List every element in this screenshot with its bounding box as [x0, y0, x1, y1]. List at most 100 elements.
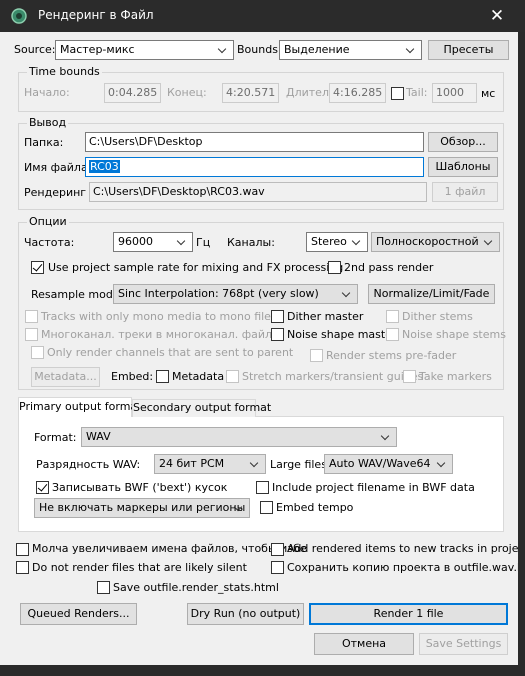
add-to-tracks-label: Add rendered items to new tracks in proj… — [287, 542, 525, 555]
embed-tempo-checkbox[interactable] — [260, 501, 273, 514]
second-pass-checkbox[interactable] — [328, 261, 341, 274]
normalize-button[interactable]: Normalize/Limit/Fade — [368, 284, 495, 304]
background-edge — [0, 665, 525, 676]
only-parent-checkbox[interactable] — [31, 346, 44, 359]
channels-label: Каналы: — [227, 236, 275, 249]
background-edge-right — [518, 32, 525, 676]
rate-unit: Гц — [196, 236, 211, 249]
skip-silent-label: Do not render files that are likely sile… — [32, 561, 247, 574]
chevron-down-icon — [342, 285, 352, 303]
folder-input[interactable]: C:\Users\DF\Desktop — [85, 132, 424, 152]
chevron-down-icon — [437, 455, 447, 473]
wildcards-button[interactable]: Шаблоны — [428, 157, 498, 177]
close-icon[interactable]: ✕ — [486, 5, 508, 27]
tail-input[interactable]: 1000 — [432, 83, 477, 103]
save-project-copy-checkbox[interactable] — [271, 561, 284, 574]
save-settings-button[interactable]: Save Settings — [419, 633, 508, 655]
start-input[interactable]: 0:04.285 — [104, 83, 161, 103]
render-button[interactable]: Render 1 file — [309, 603, 508, 625]
files-count-button[interactable]: 1 файл — [432, 182, 498, 202]
window-title: Рендеринг в Файл — [38, 8, 154, 22]
stems-prefader-label: Render stems pre-fader — [326, 349, 457, 362]
rate-select[interactable]: 96000 — [113, 232, 193, 252]
add-to-tracks-checkbox[interactable] — [271, 543, 284, 556]
resample-select[interactable]: Sinc Interpolation: 768pt (very slow) — [113, 284, 358, 304]
filename-label: Имя файла: — [24, 161, 92, 174]
dither-master-checkbox[interactable] — [271, 310, 284, 323]
tail-checkbox[interactable] — [391, 87, 404, 100]
only-parent-label: Only render channels that are sent to pa… — [47, 346, 294, 359]
render-dialog: Рендеринг в Файл ✕ Source: Мастер-микс B… — [0, 0, 525, 676]
noise-stems-label: Noise shape stems — [402, 328, 506, 341]
large-files-label: Large files: — [270, 458, 331, 471]
bounds-select[interactable]: Выделение — [279, 40, 422, 60]
end-input[interactable]: 4:20.571 — [222, 83, 279, 103]
embed-label: Embed: — [111, 370, 154, 383]
multichannel-label: Многоканал. треки в многоканал. файлы — [41, 328, 281, 341]
noise-master-label: Noise shape master — [287, 328, 397, 341]
write-bwf-checkbox[interactable] — [36, 481, 49, 494]
chevron-down-icon — [484, 233, 494, 251]
include-filename-bwf-label: Include project filename in BWF data — [272, 481, 475, 494]
use-project-rate-checkbox[interactable] — [31, 261, 44, 274]
markers-value: Не включать маркеры или регионы — [39, 501, 246, 514]
format-select[interactable]: WAV — [81, 427, 397, 447]
title-bar[interactable]: Рендеринг в Файл ✕ — [0, 0, 525, 32]
filename-input[interactable]: RC03 — [85, 157, 424, 177]
source-value: Мастер-микс — [60, 43, 135, 56]
channels-select[interactable]: Stereo — [306, 232, 368, 252]
save-stats-checkbox[interactable] — [97, 581, 110, 594]
browse-button[interactable]: Обзор... — [428, 132, 498, 152]
dry-run-button[interactable]: Dry Run (no output) — [187, 603, 304, 625]
noise-stems-checkbox[interactable] — [386, 328, 399, 341]
presets-button[interactable]: Пресеты — [428, 40, 509, 60]
bounds-value: Выделение — [284, 43, 350, 56]
options-title: Опции — [27, 215, 69, 229]
save-stats-label: Save outfile.render_stats.html — [113, 581, 279, 594]
embed-take-checkbox[interactable] — [403, 370, 416, 383]
bitdepth-select[interactable]: 24 бит PCM — [154, 454, 266, 474]
output-title: Вывод — [27, 116, 69, 130]
silently-increment-label: Молча увеличиваем имена файлов, чтобы из… — [32, 542, 307, 555]
tab-primary-output[interactable]: Primary output format — [18, 397, 141, 417]
mono-tracks-checkbox[interactable] — [25, 310, 38, 323]
time-bounds-title: Time bounds — [27, 65, 102, 79]
source-select[interactable]: Мастер-микс — [55, 40, 234, 60]
multichannel-checkbox[interactable] — [25, 328, 38, 341]
chevron-down-icon — [250, 455, 260, 473]
length-input[interactable]: 4:16.285 — [329, 83, 386, 103]
filename-value: RC03 — [89, 160, 120, 173]
silently-increment-checkbox[interactable] — [16, 543, 29, 556]
stems-prefader-checkbox[interactable] — [310, 349, 323, 362]
save-project-copy-label: Сохранить копию проекта в outfile.wav.RP… — [287, 561, 525, 574]
bounds-label: Bounds: — [237, 43, 282, 56]
embed-stretch-checkbox[interactable] — [226, 370, 239, 383]
speed-select[interactable]: Полноскоростной — [371, 232, 500, 252]
embed-metadata-checkbox[interactable] — [156, 370, 169, 383]
reaper-icon — [11, 8, 27, 24]
tail-label: Tail: — [406, 86, 428, 99]
include-filename-bwf-checkbox[interactable] — [256, 481, 269, 494]
markers-select[interactable]: Не включать маркеры или регионы — [34, 498, 250, 518]
large-files-select[interactable]: Auto WAV/Wave64 — [324, 454, 453, 474]
skip-silent-checkbox[interactable] — [16, 561, 29, 574]
cancel-button[interactable]: Отмена — [314, 633, 414, 655]
dither-stems-checkbox[interactable] — [386, 310, 399, 323]
mono-tracks-label: Tracks with only mono media to mono file… — [41, 310, 277, 323]
dither-stems-label: Dither stems — [402, 310, 473, 323]
dither-master-label: Dither master — [287, 310, 364, 323]
tab-secondary-output[interactable]: Secondary output format — [132, 399, 271, 417]
chevron-down-icon — [218, 41, 228, 59]
format-value: WAV — [86, 430, 111, 443]
folder-label: Папка: — [24, 136, 64, 149]
rate-value: 96000 — [118, 235, 153, 248]
second-pass-label: 2nd pass render — [344, 261, 434, 274]
queued-renders-button[interactable]: Queued Renders... — [20, 603, 137, 625]
tail-unit: мс — [481, 87, 496, 100]
use-project-rate-label: Use project sample rate for mixing and F… — [48, 261, 344, 274]
metadata-button[interactable]: Metadata... — [31, 367, 100, 387]
embed-stretch-label: Stretch markers/transient guides — [242, 370, 424, 383]
chevron-down-icon — [406, 41, 416, 59]
speed-value: Полноскоростной — [376, 235, 479, 248]
noise-master-checkbox[interactable] — [271, 328, 284, 341]
